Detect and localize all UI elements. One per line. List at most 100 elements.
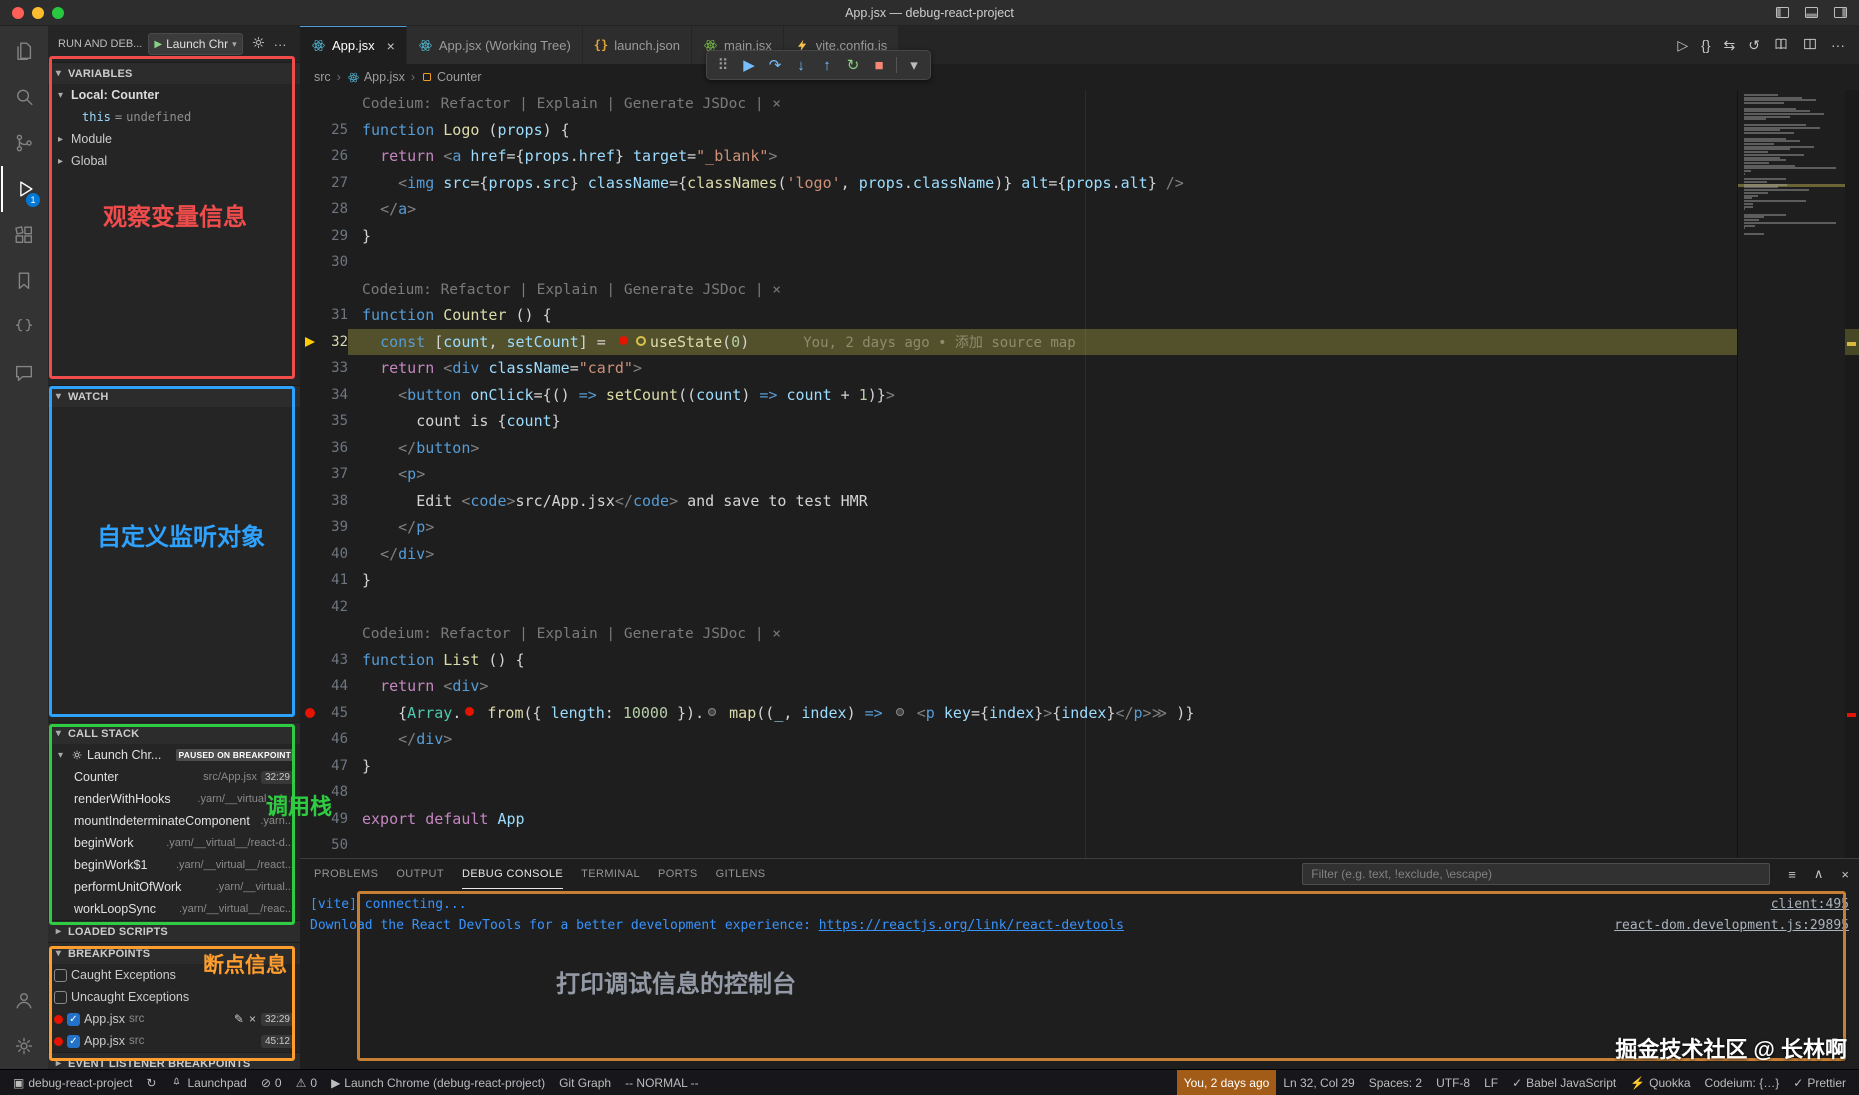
close-icon[interactable]: × xyxy=(249,1012,256,1026)
gutter[interactable] xyxy=(300,673,320,700)
breakpoint-row[interactable]: Uncaught Exceptions xyxy=(48,986,300,1008)
activity-bookmarks[interactable] xyxy=(1,258,47,304)
layout-sidebar-right-icon[interactable] xyxy=(1832,4,1849,21)
gutter[interactable] xyxy=(300,514,320,541)
activity-accounts[interactable] xyxy=(1,977,47,1023)
console-url-link[interactable]: https://reactjs.org/link/react-devtools xyxy=(819,918,1124,933)
variables-row[interactable]: this = undefined xyxy=(48,106,300,128)
gutter[interactable] xyxy=(300,594,320,621)
call-stack-frame[interactable]: mountIndeterminateComponent.yarn... xyxy=(48,810,300,832)
call-stack-frame[interactable]: Countersrc/App.jsx32:29 xyxy=(48,766,300,788)
gutter[interactable] xyxy=(300,223,320,250)
call-stack-frame[interactable]: workLoopSync.yarn/__virtual__/reac... xyxy=(48,898,300,920)
console-source-link[interactable]: react-dom.development.js:29895 xyxy=(1614,918,1849,933)
gutter[interactable] xyxy=(300,753,320,780)
panel-close-icon[interactable]: × xyxy=(1841,867,1849,882)
activity-snippets[interactable] xyxy=(1,304,47,350)
call-stack-session[interactable]: ▾Launch Chr...PAUSED ON BREAKPOINT xyxy=(48,744,300,766)
panel-tab-gitlens[interactable]: GITLENS xyxy=(716,859,766,889)
panel-tab-ports[interactable]: PORTS xyxy=(658,859,698,889)
event-breakpoints-section-header[interactable]: ▸ EVENT LISTENER BREAKPOINTS xyxy=(48,1052,300,1069)
call-stack-frame[interactable]: renderWithHooks.yarn/__virtual__/r... xyxy=(48,788,300,810)
gutter[interactable] xyxy=(300,382,320,409)
activity-run-debug[interactable]: 1 xyxy=(1,166,47,212)
activity-settings[interactable] xyxy=(1,1023,47,1069)
book-icon[interactable] xyxy=(1773,36,1789,55)
status-item-you-2-days-ago[interactable]: You, 2 days ago xyxy=(1177,1070,1277,1095)
layout-panel-icon[interactable] xyxy=(1803,4,1820,21)
gear-icon[interactable] xyxy=(251,35,266,53)
gutter[interactable] xyxy=(300,435,320,462)
call-stack-frame[interactable]: performUnitOfWork.yarn/__virtual... xyxy=(48,876,300,898)
gutter[interactable] xyxy=(300,408,320,435)
panel-tab-debug-console[interactable]: DEBUG CONSOLE xyxy=(462,859,563,889)
status-item-babel-javascript[interactable]: ✓Babel JavaScript xyxy=(1505,1070,1623,1095)
stop-icon[interactable]: ■ xyxy=(867,53,891,77)
activity-extensions[interactable] xyxy=(1,212,47,258)
gutter[interactable] xyxy=(300,117,320,144)
tab-app-jsx[interactable]: App.jsx× xyxy=(300,26,407,64)
codeium-hint[interactable]: Codeium: Refactor | Explain | Generate J… xyxy=(362,626,781,642)
gutter[interactable] xyxy=(300,302,320,329)
status-item-git-graph[interactable]: Git Graph xyxy=(552,1070,618,1095)
breadcrumb-item[interactable]: Counter xyxy=(421,70,481,84)
gutter[interactable] xyxy=(300,832,320,858)
status-item-debug-react-project[interactable]: ▣debug-react-project xyxy=(6,1070,139,1095)
activity-search[interactable] xyxy=(1,74,47,120)
breakpoint-checkbox[interactable]: ✓ xyxy=(67,1013,80,1026)
call-stack-section-header[interactable]: ▾ CALL STACK xyxy=(48,722,300,744)
editor-scrollbar[interactable] xyxy=(1845,90,1859,858)
gutter[interactable] xyxy=(300,806,320,833)
watch-section-header[interactable]: ▾ WATCH xyxy=(48,385,300,407)
status-item-0[interactable]: ⊘0 xyxy=(254,1070,289,1095)
history-icon[interactable]: ↺ xyxy=(1748,37,1760,54)
close-icon[interactable]: × xyxy=(387,38,395,54)
console-source-link[interactable]: client:495 xyxy=(1771,897,1849,912)
status-item-launch-chrome-debug-react-project[interactable]: ▶Launch Chrome (debug-react-project) xyxy=(324,1070,552,1095)
status-item-ln-32-col-29[interactable]: Ln 32, Col 29 xyxy=(1276,1070,1361,1095)
edit-icon[interactable]: ✎ xyxy=(234,1012,244,1026)
gutter[interactable] xyxy=(300,143,320,170)
step-into-icon[interactable]: ↓ xyxy=(789,53,813,77)
gutter[interactable] xyxy=(300,170,320,197)
call-stack-frame[interactable]: beginWork.yarn/__virtual__/react-d... xyxy=(48,832,300,854)
console-menu-icon[interactable]: ≡ xyxy=(1788,867,1796,882)
restart-icon[interactable]: ↻ xyxy=(841,53,865,77)
gutter[interactable] xyxy=(300,647,320,674)
gutter[interactable] xyxy=(300,249,320,276)
breakpoint-row[interactable]: ✓App.jsxsrc45:12 xyxy=(48,1030,300,1052)
gutter[interactable] xyxy=(300,726,320,753)
breadcrumb-item[interactable]: src xyxy=(314,70,331,84)
launch-config-button[interactable]: ▶ Launch Chr ▾ xyxy=(148,33,242,55)
run-icon[interactable]: ▷ xyxy=(1677,37,1688,54)
layout-sidebar-left-icon[interactable] xyxy=(1774,4,1791,21)
step-out-icon[interactable]: ↑ xyxy=(815,53,839,77)
breakpoint-checkbox[interactable]: ✓ xyxy=(67,1035,80,1048)
more-actions-icon[interactable]: ··· xyxy=(274,37,287,52)
gutter[interactable] xyxy=(300,567,320,594)
tab-launch-json[interactable]: {}launch.json xyxy=(583,26,692,64)
gutter[interactable] xyxy=(300,196,320,223)
more-icon[interactable]: ··· xyxy=(1831,37,1845,53)
breakpoint-checkbox[interactable] xyxy=(54,969,67,982)
panel-tab-terminal[interactable]: TERMINAL xyxy=(581,859,640,889)
gutter[interactable] xyxy=(300,779,320,806)
maximize-window-button[interactable] xyxy=(52,7,64,19)
breakpoint-row[interactable]: ✓App.jsxsrc✎×32:29 xyxy=(48,1008,300,1030)
status-item-prettier[interactable]: ✓Prettier xyxy=(1786,1070,1853,1095)
panel-maximize-icon[interactable]: ∧ xyxy=(1814,866,1824,882)
breadcrumb-item[interactable]: App.jsx xyxy=(347,70,405,84)
codeium-hint[interactable]: Codeium: Refactor | Explain | Generate J… xyxy=(362,96,781,112)
continue-icon[interactable]: ▶ xyxy=(737,53,761,77)
activity-source-control[interactable] xyxy=(1,120,47,166)
call-stack-frame[interactable]: beginWork$1.yarn/__virtual__/react... xyxy=(48,854,300,876)
codeium-hint[interactable]: Codeium: Refactor | Explain | Generate J… xyxy=(362,282,781,298)
close-window-button[interactable] xyxy=(12,7,24,19)
activity-codeium-chat[interactable] xyxy=(1,350,47,396)
gutter[interactable] xyxy=(300,355,320,382)
split-editor-icon[interactable] xyxy=(1802,36,1818,55)
status-item-codeium[interactable]: Codeium: {…} xyxy=(1698,1070,1787,1095)
code-editor[interactable]: Codeium: Refactor | Explain | Generate J… xyxy=(300,90,1859,858)
status-item-normal[interactable]: -- NORMAL -- xyxy=(618,1070,706,1095)
gutter[interactable] xyxy=(300,488,320,515)
